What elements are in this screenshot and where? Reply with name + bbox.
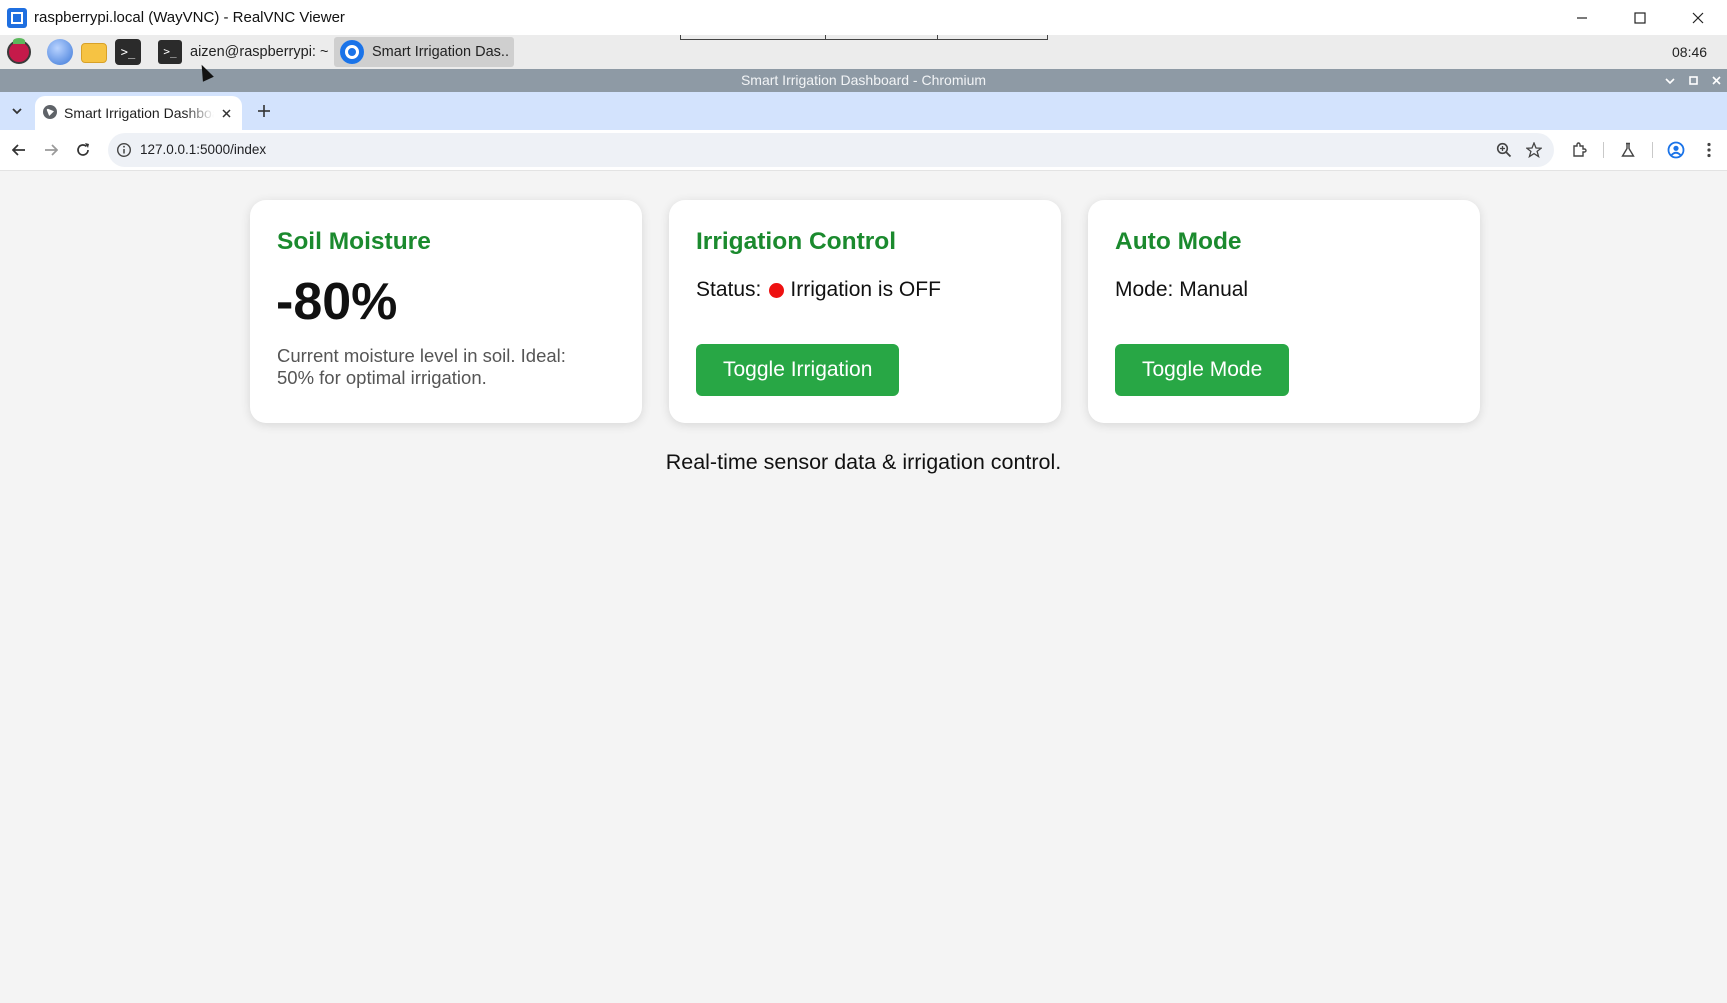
vnc-window-title: raspberrypi.local (WayVNC) - RealVNC Vie… — [34, 9, 345, 26]
toggle-mode-button[interactable]: Toggle Mode — [1115, 344, 1290, 396]
soil-moisture-card: Soil Moisture -80% Current moisture leve… — [250, 200, 642, 423]
chevron-down-icon — [1665, 77, 1675, 84]
chromium-minimize-button[interactable] — [1659, 69, 1681, 92]
chromium-close-button[interactable] — [1705, 69, 1727, 92]
tab-active[interactable]: Smart Irrigation Dashboard — [35, 96, 242, 130]
mode-value: Manual — [1179, 278, 1249, 301]
site-info-icon[interactable] — [116, 142, 132, 158]
minimize-button[interactable] — [1553, 0, 1611, 35]
close-icon — [1692, 12, 1704, 23]
web-page: Soil Moisture -80% Current moisture leve… — [0, 171, 1727, 1003]
maximize-button[interactable] — [1611, 0, 1669, 35]
terminal-icon[interactable]: >_ — [115, 39, 141, 65]
status-label: Status: — [696, 278, 762, 301]
url-text[interactable]: 127.0.0.1:5000/index — [140, 133, 266, 167]
status-indicator-icon — [769, 282, 785, 298]
card-title: Auto Mode — [1115, 228, 1242, 255]
vnc-window-titlebar: raspberrypi.local (WayVNC) - RealVNC Vie… — [0, 0, 1727, 35]
tab-close-button[interactable] — [217, 104, 235, 122]
arrow-left-icon — [12, 144, 25, 156]
terminal-icon: >_ — [158, 40, 182, 64]
irrigation-control-card: Irrigation Control Status: Irrigation is… — [669, 200, 1061, 423]
footer-text: Real-time sensor data & irrigation contr… — [665, 450, 1062, 474]
tab-search-button[interactable] — [5, 99, 29, 123]
arrow-right-icon — [45, 144, 58, 156]
moisture-value: -80% — [276, 273, 398, 331]
tab-strip: Smart Irrigation Dashboard — [0, 92, 1727, 130]
tab-title: Smart Irrigation Dashboard — [64, 105, 214, 121]
maximize-icon — [1634, 11, 1646, 24]
chromium-icon — [340, 40, 364, 64]
address-bar[interactable]: 127.0.0.1:5000/index — [108, 133, 1554, 167]
more-vertical-icon — [1707, 142, 1711, 158]
maximize-icon — [1688, 76, 1698, 85]
profile-button[interactable] — [1661, 135, 1691, 165]
moisture-description: Current moisture level in soil. Ideal: 5… — [277, 345, 566, 388]
status-text: Irrigation is OFF — [790, 278, 941, 301]
taskbar-panel-outline — [680, 35, 1048, 40]
reload-icon — [77, 143, 89, 156]
new-tab-button[interactable] — [251, 98, 277, 124]
task-label: aizen@raspberrypi: ~ — [190, 44, 329, 60]
back-button[interactable] — [4, 135, 34, 165]
chromium-window-titlebar: Smart Irrigation Dashboard - Chromium — [0, 69, 1727, 92]
desktop-taskbar: >_ >_ aizen@raspberrypi: ~ Smart Irrigat… — [0, 35, 1727, 98]
labs-button[interactable] — [1613, 135, 1643, 165]
chevron-down-icon — [12, 107, 22, 114]
plus-icon — [258, 105, 270, 117]
puzzle-icon — [1573, 142, 1587, 157]
auto-mode-card: Auto Mode Mode: Manual Toggle Mode — [1088, 200, 1480, 423]
chromium-window-title: Smart Irrigation Dashboard - Chromium — [740, 72, 987, 88]
bookmark-star-icon[interactable] — [1522, 138, 1546, 162]
minimize-icon — [1577, 16, 1587, 19]
forward-button[interactable] — [36, 135, 66, 165]
close-icon — [221, 108, 231, 118]
close-icon — [1711, 76, 1721, 85]
reload-button[interactable] — [68, 135, 98, 165]
taskbar-clock[interactable]: 08:46 — [1672, 35, 1707, 69]
mode-label: Mode: — [1115, 278, 1174, 301]
globe-icon — [43, 105, 57, 119]
browser-toolbar: 127.0.0.1:5000/index — [0, 130, 1727, 171]
zoom-icon[interactable] — [1492, 138, 1516, 162]
menu-button[interactable] — [1694, 135, 1724, 165]
card-title: Soil Moisture — [277, 228, 431, 255]
extensions-button[interactable] — [1564, 135, 1594, 165]
irrigation-status: Status: Irrigation is OFF — [696, 278, 941, 302]
card-title: Irrigation Control — [696, 228, 897, 255]
toolbar-separator — [1603, 142, 1604, 158]
toggle-irrigation-button[interactable]: Toggle Irrigation — [696, 344, 900, 396]
close-window-button[interactable] — [1669, 0, 1727, 35]
chromium-maximize-button[interactable] — [1682, 69, 1704, 92]
file-manager-icon[interactable] — [81, 43, 107, 63]
raspberry-pi-menu-icon[interactable] — [7, 38, 31, 64]
toolbar-separator — [1652, 142, 1653, 158]
realvnc-logo-icon — [7, 8, 27, 28]
mode-line: Mode: Manual — [1115, 278, 1248, 302]
flask-icon — [1621, 142, 1635, 157]
profile-icon — [1667, 141, 1685, 159]
web-browser-icon[interactable] — [47, 39, 73, 65]
taskbar-task-terminal[interactable]: >_ aizen@raspberrypi: ~ — [152, 37, 332, 67]
task-label: Smart Irrigation Das.. — [372, 44, 509, 60]
taskbar-task-chromium[interactable]: Smart Irrigation Das.. — [334, 37, 514, 67]
